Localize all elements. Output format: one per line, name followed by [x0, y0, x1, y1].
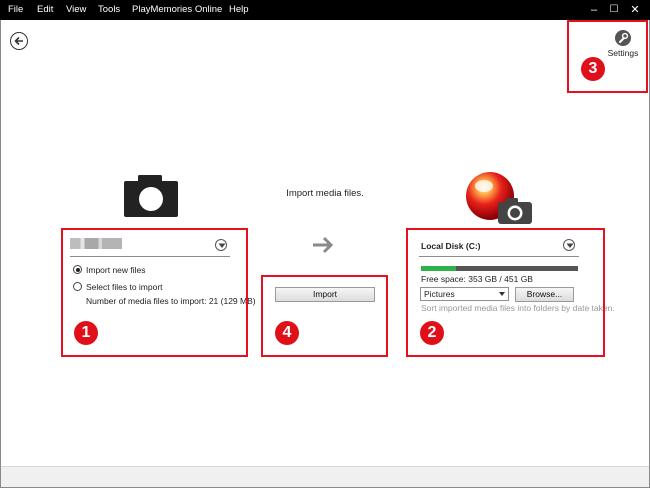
drive-label: Local Disk (C:)	[421, 241, 481, 251]
destination-separator	[419, 256, 579, 257]
media-count-label: Number of media files to import: 21 (129…	[86, 296, 256, 306]
disk-usage-bar	[421, 266, 578, 271]
minimize-button[interactable]: –	[587, 2, 601, 18]
select-files-label: Select files to import	[86, 282, 163, 292]
back-button[interactable]	[10, 32, 28, 50]
back-arrow-icon	[14, 36, 23, 46]
source-device-select[interactable]	[70, 237, 230, 251]
badge-3: 3	[581, 57, 605, 81]
menu-help[interactable]: Help	[229, 4, 249, 15]
folder-select[interactable]: Pictures	[420, 287, 509, 301]
badge-4: 4	[275, 321, 299, 345]
browse-button[interactable]: Browse...	[515, 287, 574, 302]
import-new-label: Import new files	[86, 265, 146, 275]
badge-1: 1	[74, 321, 98, 345]
arrow-right-icon	[313, 236, 334, 254]
settings-label: Settings	[607, 48, 639, 58]
drive-dropdown-icon[interactable]	[563, 239, 575, 251]
maximize-button[interactable]: ☐	[607, 2, 621, 18]
disk-usage-fill	[421, 266, 456, 271]
page-title: Import media files.	[286, 188, 364, 199]
wrench-icon	[615, 30, 631, 46]
menu-playmemories-online[interactable]: PlayMemories Online	[132, 4, 222, 15]
menu-edit[interactable]: Edit	[37, 4, 53, 15]
status-bar	[1, 466, 649, 487]
folder-select-value: Pictures	[424, 289, 455, 299]
badge-2: 2	[420, 321, 444, 345]
playmemories-icon	[466, 172, 532, 224]
sort-hint-label: Sort imported media files into folders b…	[421, 303, 615, 313]
device-name-redacted	[70, 238, 122, 249]
camera-icon	[124, 175, 178, 217]
menu-tools[interactable]: Tools	[98, 4, 120, 15]
menu-bar: File Edit View Tools PlayMemories Online…	[0, 0, 650, 20]
import-button[interactable]: Import	[275, 287, 375, 302]
close-button[interactable]: ✕	[628, 2, 642, 18]
free-space-label: Free space: 353 GB / 451 GB	[421, 274, 533, 284]
source-separator	[70, 256, 230, 257]
window-border	[0, 20, 650, 488]
menu-file[interactable]: File	[8, 4, 23, 15]
dropdown-icon[interactable]	[215, 239, 227, 251]
import-new-radio[interactable]	[73, 265, 82, 274]
menu-view[interactable]: View	[66, 4, 86, 15]
select-files-radio[interactable]	[73, 282, 82, 291]
chevron-down-icon	[499, 292, 505, 296]
